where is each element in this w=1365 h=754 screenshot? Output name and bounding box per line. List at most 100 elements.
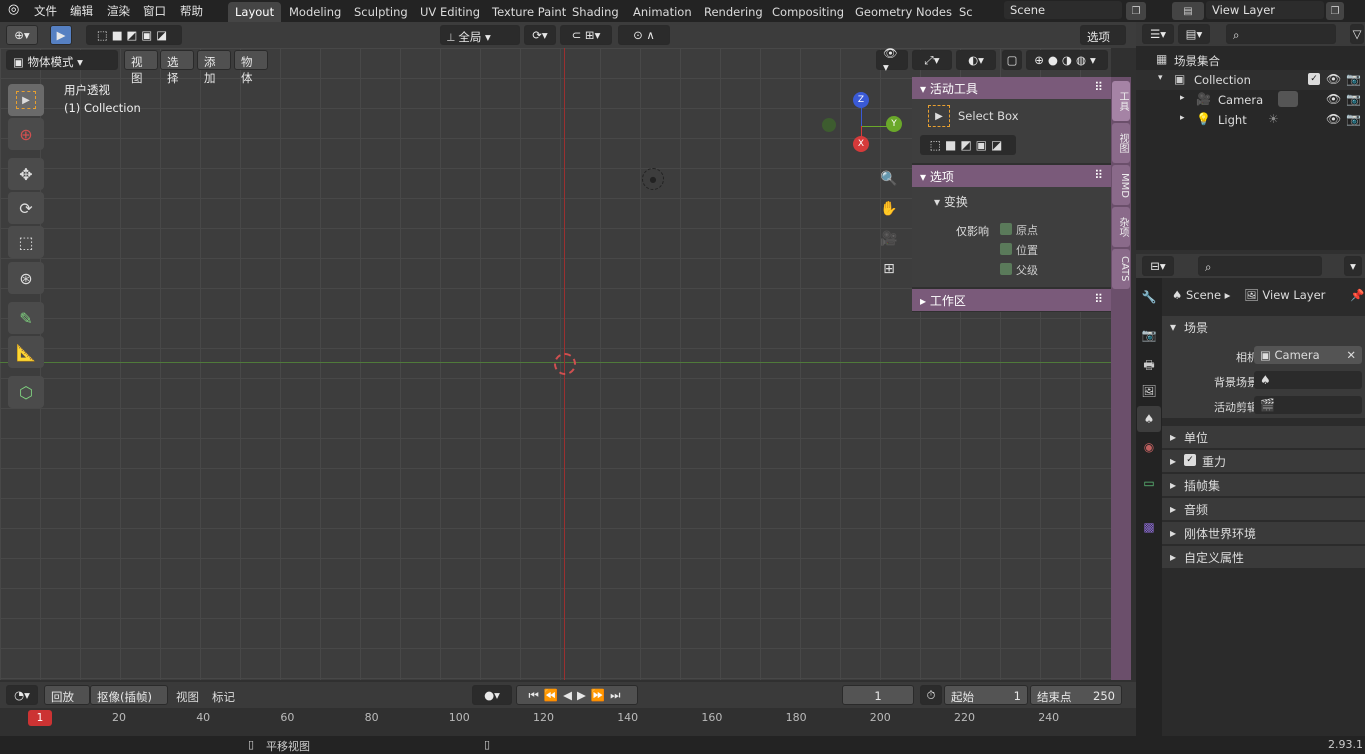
end-frame-field[interactable]: 结束点 250 bbox=[1030, 685, 1122, 705]
render-properties-icon[interactable]: 📷 bbox=[1140, 328, 1158, 342]
tab-workspace-texture-paint[interactable]: Texture Paint bbox=[485, 2, 573, 22]
timeline-view-menu[interactable]: 视图 bbox=[176, 689, 199, 705]
pin-icon[interactable]: 📌 bbox=[1350, 288, 1364, 302]
units-panel-header[interactable]: ▸ 单位 bbox=[1162, 426, 1365, 448]
playhead[interactable]: 1 bbox=[28, 710, 52, 726]
timeline-marker-menu[interactable]: 标记 bbox=[212, 689, 235, 705]
current-frame-field[interactable]: 1 bbox=[842, 685, 914, 705]
options-dropdown[interactable]: 选项 ▾ bbox=[1080, 25, 1126, 59]
active-tool-header[interactable]: ▾ 活动工具 ⠿ bbox=[912, 77, 1111, 99]
editor-type-icon[interactable]: ⊕▾ bbox=[6, 25, 38, 45]
tab-workspace-shading[interactable]: Shading bbox=[565, 2, 626, 22]
start-frame-field[interactable]: 起始 1 bbox=[944, 685, 1028, 705]
shading-mode-icons[interactable]: ⊕●◑◍▾ bbox=[1026, 50, 1108, 70]
tool-selection-mode-icons[interactable]: ⬚■◩▣◪ bbox=[920, 135, 1016, 155]
navigation-gizmo[interactable]: Z Y X bbox=[822, 88, 902, 158]
measure-tool[interactable]: 📐 bbox=[8, 336, 44, 368]
rotate-tool[interactable]: ⟳ bbox=[8, 192, 44, 224]
transform-subpanel-header[interactable]: ▾ 变换 bbox=[934, 193, 968, 210]
gizmo-y-axis[interactable]: Y bbox=[886, 116, 902, 132]
new-view-layer-icon[interactable]: ❐ bbox=[1326, 2, 1344, 20]
expand-chevron-icon[interactable]: ▸ bbox=[1180, 93, 1185, 103]
eye-icon[interactable]: 👁 bbox=[1326, 72, 1341, 86]
tab-workspace-sc[interactable]: Sc bbox=[952, 2, 980, 22]
exclude-checkbox[interactable]: ✓ bbox=[1308, 73, 1320, 85]
filter-icon[interactable]: ▽ bbox=[1350, 24, 1364, 44]
texture-properties-icon[interactable]: ▩ bbox=[1140, 520, 1158, 534]
scale-tool[interactable]: ⬚ bbox=[8, 226, 44, 258]
playback-controls[interactable]: ⏮⏪◀▶⏩⏭ bbox=[516, 685, 638, 705]
selection-mode-icons[interactable]: ⬚■◩▣◪ bbox=[86, 25, 182, 45]
expand-chevron-icon[interactable]: ▾ bbox=[1158, 73, 1163, 83]
tab-workspace-compositing[interactable]: Compositing bbox=[765, 2, 851, 22]
overlay-icon[interactable]: ◐▾ bbox=[956, 50, 996, 70]
menu-file[interactable]: 文件 bbox=[34, 3, 57, 19]
outliner-row-light[interactable]: ▸ 💡 Light ☀ 👁 📷 bbox=[1136, 110, 1365, 130]
menu-view[interactable]: 视图 bbox=[124, 50, 158, 85]
camera-field[interactable]: ▣ Camera ✕ bbox=[1254, 346, 1362, 364]
menu-window[interactable]: 窗口 bbox=[143, 3, 166, 19]
tab-workspace-layout[interactable]: Layout bbox=[228, 2, 282, 22]
tab-workspace-rendering[interactable]: Rendering bbox=[697, 2, 770, 22]
properties-search-input[interactable]: ⌕ bbox=[1198, 256, 1322, 276]
tab-misc[interactable]: 杂项 bbox=[1112, 207, 1130, 247]
render-camera-icon[interactable]: 📷 bbox=[1346, 92, 1361, 106]
annotate-tool[interactable]: ✎ bbox=[8, 302, 44, 334]
outliner-editor-icon[interactable]: ☰▾ bbox=[1142, 24, 1174, 44]
outliner-row-camera[interactable]: ▸ 🎥 Camera 👁 📷 bbox=[1136, 90, 1365, 110]
rigid-body-panel-header[interactable]: ▸ 刚体世界环境 bbox=[1162, 522, 1365, 544]
select-box-tool[interactable]: ▶ bbox=[8, 84, 44, 116]
menu-render[interactable]: 渲染 bbox=[107, 3, 130, 19]
tab-workspace-sculpting[interactable]: Sculpting bbox=[347, 2, 415, 22]
transform-tool[interactable]: ⊛ bbox=[8, 262, 44, 294]
render-camera-icon[interactable]: 📷 bbox=[1346, 72, 1361, 86]
menu-help[interactable]: 帮助 bbox=[180, 3, 203, 19]
tab-workspace-uv-editing[interactable]: UV Editing bbox=[413, 2, 487, 22]
gravity-panel-header[interactable]: ▸ ✓ 重力 bbox=[1162, 450, 1365, 472]
background-scene-field[interactable]: ♠ bbox=[1254, 371, 1362, 389]
ortho-grid-icon[interactable]: ⊞ bbox=[878, 258, 900, 280]
playback-dropdown[interactable]: 回放 ▾ bbox=[44, 685, 90, 719]
scene-panel-header[interactable]: ▾ 场景 bbox=[1162, 316, 1365, 338]
auto-keying-icon[interactable]: ●▾ bbox=[472, 685, 512, 705]
light-object-icon[interactable]: ● bbox=[642, 168, 664, 190]
display-mode-icon[interactable]: ▤▾ bbox=[1178, 24, 1210, 44]
render-camera-icon[interactable]: 📷 bbox=[1346, 112, 1361, 126]
gizmo-z-axis[interactable]: Z bbox=[853, 92, 869, 108]
snap-icon[interactable]: ⊂ ⊞▾ bbox=[560, 25, 612, 45]
keying-dropdown[interactable]: 抠像(插帧) ▾ bbox=[90, 685, 168, 719]
gizmo-neg-y[interactable] bbox=[822, 118, 836, 132]
visibility-icon[interactable]: 👁▾ bbox=[876, 48, 908, 74]
tab-tool[interactable]: 工具 bbox=[1112, 81, 1130, 121]
new-scene-icon[interactable]: ❐ bbox=[1126, 2, 1146, 20]
timeline-editor-icon[interactable]: ◔▾ bbox=[6, 685, 38, 705]
pan-hand-icon[interactable]: ✋ bbox=[878, 198, 900, 220]
world-properties-icon[interactable]: ◉ bbox=[1140, 440, 1158, 454]
menu-select[interactable]: 选择 bbox=[160, 50, 194, 85]
proportional-edit-icon[interactable]: ⊙ ∧ bbox=[618, 25, 670, 45]
camera-view-icon[interactable]: 🎥 bbox=[878, 228, 900, 250]
expand-chevron-icon[interactable]: ▸ bbox=[1180, 113, 1185, 123]
collection-properties-icon[interactable]: ▭ bbox=[1140, 476, 1158, 490]
eye-icon[interactable]: 👁 bbox=[1326, 112, 1341, 126]
menu-object[interactable]: 物体 bbox=[234, 50, 268, 85]
parent-checkbox[interactable] bbox=[1000, 263, 1012, 275]
blender-logo-icon[interactable]: ◎ bbox=[8, 2, 19, 17]
scene-properties-icon[interactable]: ♠ bbox=[1137, 406, 1161, 432]
gizmo-icon[interactable]: ⤢▾ bbox=[912, 50, 952, 70]
pivot-point-icon[interactable]: ⟳▾ bbox=[524, 25, 556, 45]
tab-workspace-animation[interactable]: Animation bbox=[626, 2, 699, 22]
outliner-row-scene-collection[interactable]: ▦ 场景集合 bbox=[1136, 50, 1365, 70]
drag-handle-icon[interactable]: ⠿ bbox=[1094, 168, 1103, 182]
select-tool-icon[interactable]: ▶ bbox=[50, 25, 72, 45]
tool-settings-icon[interactable]: 🔧 bbox=[1140, 290, 1158, 304]
zoom-icon[interactable]: 🔍 bbox=[878, 168, 900, 190]
preview-range-icon[interactable]: ⏱ bbox=[920, 685, 942, 705]
keying-sets-panel-header[interactable]: ▸ 插帧集 bbox=[1162, 474, 1365, 496]
tab-mmd[interactable]: MMD bbox=[1112, 165, 1130, 205]
mode-dropdown[interactable]: ▣ 物体模式 ▾ bbox=[6, 50, 118, 70]
properties-editor-icon[interactable]: ⊟▾ bbox=[1142, 256, 1174, 276]
menu-add[interactable]: 添加 bbox=[197, 50, 231, 85]
options-header[interactable]: ▾ 选项 ⠿ bbox=[912, 165, 1111, 187]
view-layer-icon[interactable]: ▤ bbox=[1172, 2, 1204, 20]
